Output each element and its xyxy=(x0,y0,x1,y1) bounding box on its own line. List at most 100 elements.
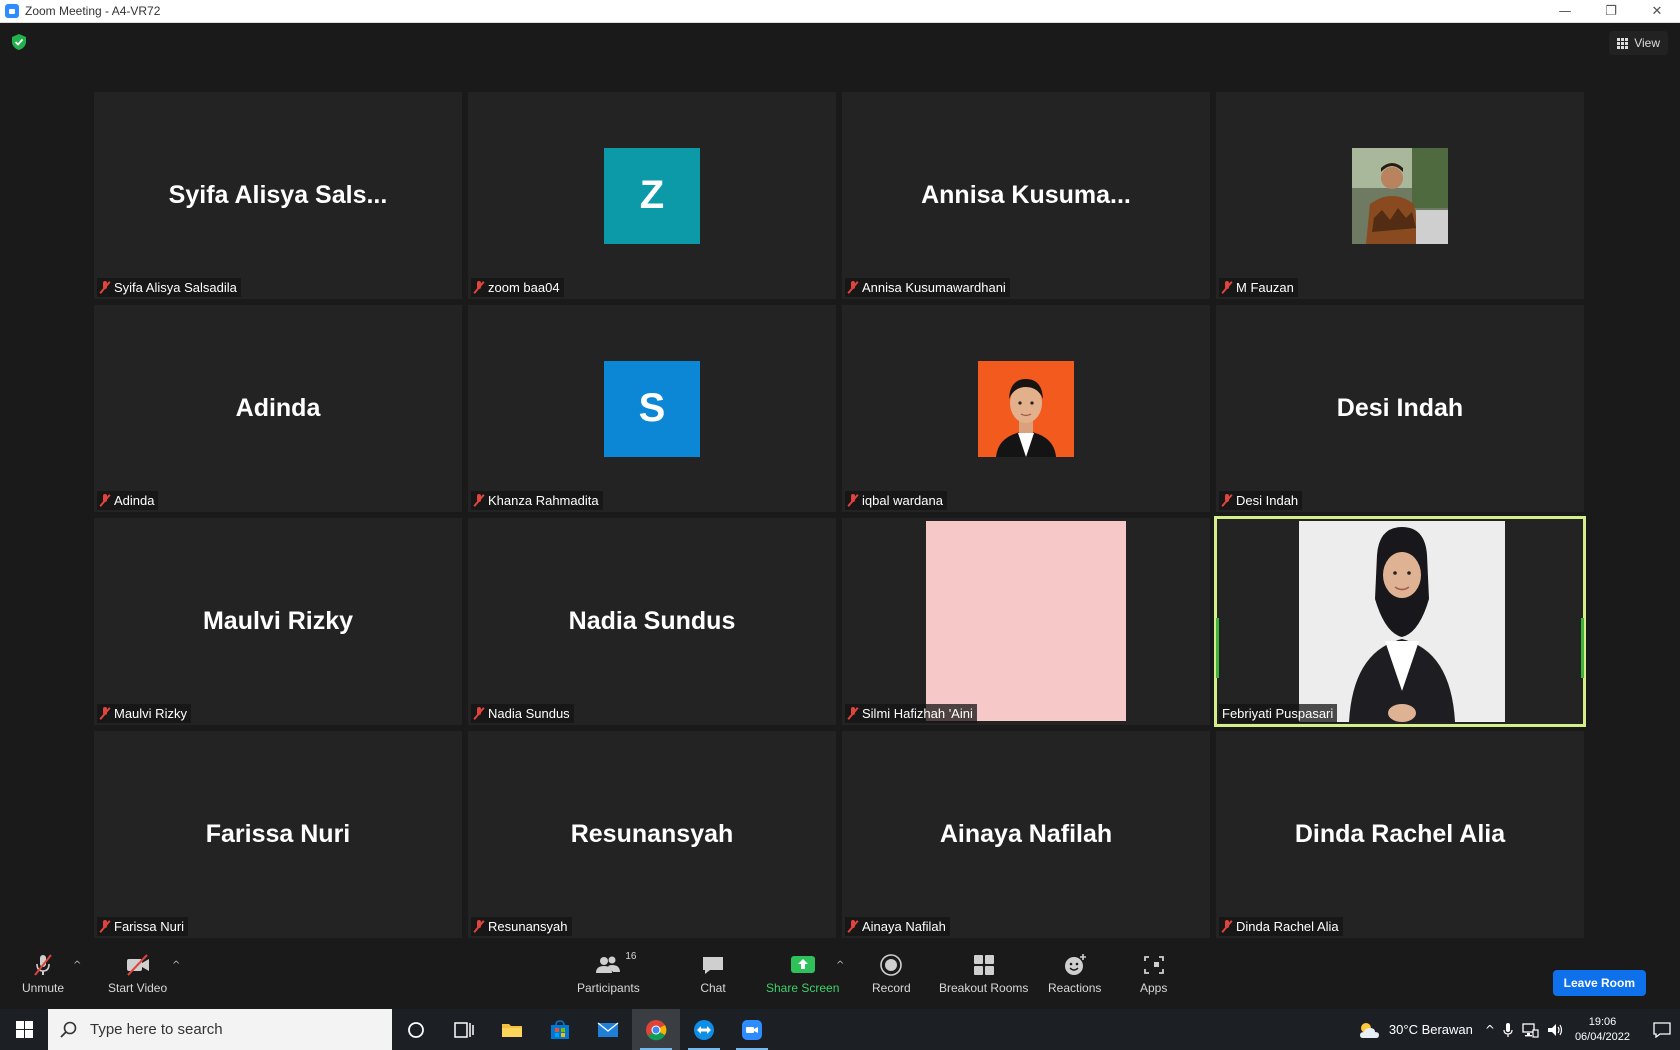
participant-display-name: Dinda Rachel Alia xyxy=(1294,820,1506,848)
zoom-icon xyxy=(742,1019,762,1040)
start-button[interactable] xyxy=(0,1009,48,1050)
participant-name: M Fauzan xyxy=(1236,280,1294,295)
participant-tile[interactable]: Adinda Adinda xyxy=(94,305,462,512)
participant-name-tag: Ainaya Nafilah xyxy=(845,917,950,936)
participant-name: Annisa Kusumawardhani xyxy=(862,280,1006,295)
teamviewer-icon xyxy=(694,1019,714,1040)
participant-tile[interactable]: Silmi Hafizhah 'Aini xyxy=(842,518,1210,725)
participant-name-tag: Annisa Kusumawardhani xyxy=(845,278,1010,297)
mic-muted-icon xyxy=(1222,494,1232,507)
participant-display-name: Farissa Nuri xyxy=(205,820,351,848)
participant-name-tag: Resunansyah xyxy=(471,917,572,936)
weather-text: 30°C Berawan xyxy=(1388,1022,1473,1037)
reactions-label: Reactions xyxy=(1048,981,1102,995)
unmute-button[interactable]: Unmute xyxy=(22,953,64,995)
chat-label: Chat xyxy=(700,981,726,995)
microphone-icon[interactable] xyxy=(1503,1022,1513,1038)
participant-name: Farissa Nuri xyxy=(114,919,185,934)
mic-muted-icon xyxy=(848,494,858,507)
audio-options-caret[interactable]: ^ xyxy=(73,960,81,971)
start-video-button[interactable]: Start Video xyxy=(108,953,167,995)
restore-button[interactable]: ❐ xyxy=(1588,0,1634,23)
search-placeholder: Type here to search xyxy=(90,1021,223,1038)
profile-photo xyxy=(978,360,1074,457)
participant-name: Dinda Rachel Alia xyxy=(1236,919,1339,934)
unmute-label: Unmute xyxy=(22,981,65,995)
taskbar-search-box[interactable]: Type here to search xyxy=(48,1009,392,1050)
system-tray: 30°C Berawan ^ 19:06 06/04/2022 xyxy=(1357,1009,1680,1050)
file-explorer-button[interactable] xyxy=(488,1009,536,1050)
participant-tile[interactable]: Maulvi Rizky Maulvi Rizky xyxy=(94,518,462,725)
participant-tile[interactable]: M Fauzan xyxy=(1216,92,1584,299)
apps-button[interactable]: Apps xyxy=(1140,953,1167,995)
chat-button[interactable]: Chat xyxy=(700,953,726,995)
share-screen-button[interactable]: Share Screen xyxy=(766,953,839,995)
volume-icon[interactable] xyxy=(1547,1022,1565,1038)
participants-button[interactable]: 16 Participants xyxy=(577,951,640,995)
zoom-taskbar-button[interactable] xyxy=(728,1009,776,1050)
windows-taskbar: Type here to search 30°C Berawan ^ 19:06… xyxy=(0,1009,1680,1050)
reactions-button[interactable]: Reactions xyxy=(1048,953,1101,995)
participant-tile[interactable]: S Khanza Rahmadita xyxy=(468,305,836,512)
participants-count: 16 xyxy=(625,951,637,962)
reactions-icon xyxy=(1064,954,1086,975)
action-center-button[interactable] xyxy=(1644,1021,1680,1038)
video-options-caret[interactable]: ^ xyxy=(172,960,180,971)
mail-button[interactable] xyxy=(584,1009,632,1050)
mic-muted-icon xyxy=(474,281,484,294)
mic-muted-icon xyxy=(1222,281,1232,294)
participant-name-tag: iqbal wardana xyxy=(845,491,947,510)
leave-room-button[interactable]: Leave Room xyxy=(1552,970,1646,996)
breakout-rooms-icon xyxy=(973,955,994,975)
chrome-button[interactable] xyxy=(632,1009,680,1050)
participant-tile[interactable]: iqbal wardana xyxy=(842,305,1210,512)
network-icon[interactable] xyxy=(1521,1022,1539,1038)
store-button[interactable] xyxy=(536,1009,584,1050)
participant-tile[interactable]: Resunansyah Resunansyah xyxy=(468,731,836,938)
close-button[interactable]: ✕ xyxy=(1634,0,1680,23)
minimize-button[interactable]: — xyxy=(1542,0,1588,23)
breakout-rooms-button[interactable]: Breakout Rooms xyxy=(939,953,1028,995)
participant-name-tag: Maulvi Rizky xyxy=(97,704,191,723)
participant-name-tag: Silmi Hafizhah 'Aini xyxy=(845,704,977,723)
share-options-caret[interactable]: ^ xyxy=(836,960,844,971)
participant-tile[interactable]: Syifa Alisya Sals... Syifa Alisya Salsad… xyxy=(94,92,462,299)
participant-display-name: Desi Indah xyxy=(1336,394,1464,422)
participant-tile[interactable]: Ainaya Nafilah Ainaya Nafilah xyxy=(842,731,1210,938)
record-button[interactable]: Record xyxy=(872,953,911,995)
participant-tile[interactable]: Dinda Rachel Alia Dinda Rachel Alia xyxy=(1216,731,1584,938)
clock[interactable]: 19:06 06/04/2022 xyxy=(1575,1015,1630,1045)
participant-name: Ainaya Nafilah xyxy=(862,919,946,934)
participant-name-tag: Desi Indah xyxy=(1219,491,1303,510)
participant-display-name: Annisa Kusuma... xyxy=(921,181,1131,209)
participant-tile[interactable]: Annisa Kusuma... Annisa Kusumawardhani xyxy=(842,92,1210,299)
search-icon xyxy=(60,1021,77,1038)
gallery-grid: Syifa Alisya Sals... Syifa Alisya Salsad… xyxy=(94,92,1589,938)
participant-tile[interactable]: Desi Indah Desi Indah xyxy=(1216,305,1584,512)
participant-name: Khanza Rahmadita xyxy=(488,493,599,508)
task-view-button[interactable] xyxy=(440,1009,488,1050)
participant-name: Nadia Sundus xyxy=(488,706,570,721)
microphone-muted-icon xyxy=(34,954,52,976)
grid-view-icon xyxy=(1617,37,1629,49)
meeting-toolbar: Unmute ^ Start Video ^ 16 Participants C… xyxy=(0,943,1680,1009)
active-speaker-tile[interactable]: Febriyati Puspasari xyxy=(1214,516,1586,727)
participant-name: Maulvi Rizky xyxy=(114,706,187,721)
participant-tile[interactable]: Farissa Nuri Farissa Nuri xyxy=(94,731,462,938)
participant-name-tag: Febriyati Puspasari xyxy=(1219,704,1338,723)
teamviewer-button[interactable] xyxy=(680,1009,728,1050)
view-button[interactable]: View xyxy=(1609,31,1668,55)
participant-tile[interactable]: Z zoom baa04 xyxy=(468,92,836,299)
chrome-icon xyxy=(646,1019,667,1040)
mic-muted-icon xyxy=(848,707,858,720)
participant-name: Desi Indah xyxy=(1236,493,1299,508)
apps-label: Apps xyxy=(1140,981,1168,995)
chevron-up-icon[interactable]: ^ xyxy=(1485,1023,1495,1037)
speaker-indicator xyxy=(1581,618,1584,678)
participant-name: Silmi Hafizhah 'Aini xyxy=(862,706,973,721)
encryption-shield-icon[interactable] xyxy=(12,34,26,50)
participant-tile[interactable]: Nadia Sundus Nadia Sundus xyxy=(468,518,836,725)
weather-widget[interactable]: 30°C Berawan xyxy=(1357,1020,1473,1040)
cortana-button[interactable] xyxy=(392,1009,440,1050)
mic-muted-icon xyxy=(100,281,110,294)
